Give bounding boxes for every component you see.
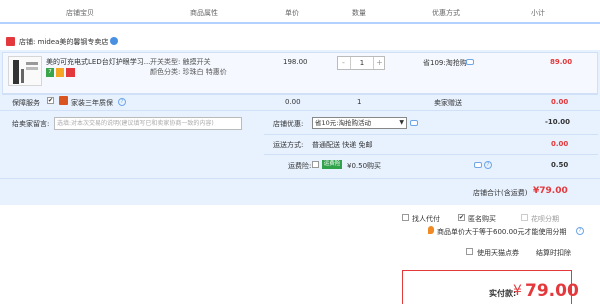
attr-color: 颜色分类: 珍珠白 特惠价 xyxy=(150,68,227,76)
qty-plus-button[interactable]: + xyxy=(374,57,385,69)
service-name: 家装三年质保 xyxy=(71,99,113,107)
message-label: 给卖家留言: xyxy=(12,120,50,128)
col-price-header: 单价 xyxy=(285,9,299,17)
chevron-down-icon: ▼ xyxy=(399,119,404,126)
divider xyxy=(2,94,598,95)
freight-insurance-checkbox[interactable] xyxy=(312,161,319,168)
installment-note: 商品单价大于等于600.00元才能使用分期 xyxy=(437,228,567,236)
tmall-points-note: 结算时扣除 xyxy=(536,249,571,257)
discount-info-icon[interactable] xyxy=(466,59,474,65)
service-qty: 1 xyxy=(357,98,362,106)
tmall-points-checkbox[interactable] xyxy=(466,248,473,255)
table-header: 店铺宝贝 商品属性 单价 数量 优惠方式 小计 xyxy=(0,0,600,24)
discount-info-icon[interactable] xyxy=(410,120,418,126)
freight-insurance-label: 运费险: xyxy=(288,162,312,170)
shipping-amount: 0.00 xyxy=(551,140,569,148)
divider xyxy=(264,154,598,155)
service-checkbox[interactable]: ✔ xyxy=(47,97,54,104)
qty-minus-button[interactable]: - xyxy=(338,57,349,69)
anonymous-label[interactable]: 匿名购买 xyxy=(468,214,496,224)
location-pin-icon xyxy=(428,226,434,234)
promo-icon xyxy=(66,68,75,77)
anonymous-checkbox[interactable]: ✔ xyxy=(458,214,465,221)
item-discount: 省109:淘抢购 xyxy=(423,59,467,67)
shop-total-label: 店铺合计(含运费) xyxy=(473,189,528,197)
service-subtotal: 0.00 xyxy=(551,98,569,106)
shop-total-value: ¥79.00 xyxy=(533,186,568,196)
shop-row: 店铺: midea美的馨钢专卖店 xyxy=(0,34,600,50)
shipping-label: 运送方式: xyxy=(273,141,304,149)
final-total-box: 实付款: ¥ 79.00 xyxy=(402,270,579,304)
credit-card-icon xyxy=(56,68,64,77)
divider xyxy=(0,178,600,179)
proxy-pay-label[interactable]: 找人代付 xyxy=(412,214,440,224)
proxy-pay-checkbox[interactable] xyxy=(402,214,409,221)
service-price: 0.00 xyxy=(285,98,301,106)
quantity-stepper: - 1 + xyxy=(337,56,385,70)
freight-insurance-badge: 运费险 xyxy=(322,160,342,169)
shop-discount-label: 店铺优惠: xyxy=(273,120,304,128)
col-attr-header: 商品属性 xyxy=(190,9,218,17)
col-qty-header: 数量 xyxy=(352,9,366,17)
product-thumbnail[interactable] xyxy=(8,56,42,86)
seller-message-input[interactable]: 选填:对本次交易的说明(建议填写已和卖家协商一致的内容) xyxy=(54,117,242,130)
help-icon[interactable]: ? xyxy=(484,161,492,169)
installment-label[interactable]: 花呗分期 xyxy=(531,214,559,224)
shop-discount-selected: 省10元:淘抢购活动 xyxy=(315,119,371,127)
divider xyxy=(0,110,600,111)
service-icon xyxy=(59,96,68,105)
final-currency: ¥ xyxy=(513,283,522,299)
badge-7-days: 7 xyxy=(46,68,54,77)
shop-discount-select[interactable]: 省10元:淘抢购活动 ▼ xyxy=(312,117,407,129)
product-title[interactable]: 美的可充电式LED台灯护眼学习... xyxy=(46,57,150,67)
item-unit-price: 198.00 xyxy=(283,58,308,66)
divider xyxy=(264,134,598,135)
col-shop-header: 店铺宝贝 xyxy=(66,9,94,17)
help-icon[interactable]: ? xyxy=(118,98,126,106)
help-icon[interactable]: ? xyxy=(576,227,584,235)
col-subtotal-header: 小计 xyxy=(531,9,545,17)
qty-input[interactable]: 1 xyxy=(350,57,374,69)
col-discount-header: 优惠方式 xyxy=(432,9,460,17)
tmall-points-label[interactable]: 使用天猫点券 xyxy=(477,248,519,258)
final-amount: 79.00 xyxy=(525,281,579,301)
wangwang-chat-icon[interactable] xyxy=(110,37,118,45)
lamp-icon xyxy=(13,60,38,84)
shop-name[interactable]: 店铺: midea美的馨钢专卖店 xyxy=(19,37,108,47)
installment-checkbox[interactable] xyxy=(521,214,528,221)
shop-discount-value: -10.00 xyxy=(545,118,571,126)
chat-icon[interactable] xyxy=(474,162,482,168)
freight-insurance-text: ¥0.50购买 xyxy=(347,162,382,170)
store-icon xyxy=(6,37,15,46)
shipping-method: 普通配送 快递 免邮 xyxy=(312,141,373,149)
service-discount: 卖家赠送 xyxy=(434,99,462,107)
service-label: 保障服务 xyxy=(12,99,40,107)
freight-insurance-amount: 0.50 xyxy=(551,161,569,169)
item-subtotal: 89.00 xyxy=(550,58,573,66)
attr-switch-type: 开关类型: 触摸开关 xyxy=(150,58,211,66)
